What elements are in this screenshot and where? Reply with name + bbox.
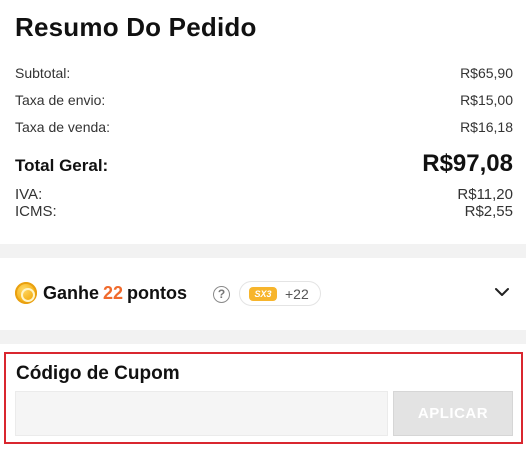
points-amount: 22 [103,283,124,303]
sales-fee-row: Taxa de venda: R$16,18 [15,119,513,135]
sales-fee-label: Taxa de venda: [15,119,110,135]
coupon-section: Código de Cupom APLICAR [4,352,523,444]
subtotal-label: Subtotal: [15,65,71,81]
icms-label: ICMS: [15,203,57,220]
subtotal-value: R$65,90 [460,65,513,81]
help-icon[interactable]: ? [213,286,230,303]
points-text: Ganhe 22 pontos [43,283,187,304]
shipping-fee-value: R$15,00 [460,92,513,108]
iva-value: R$11,20 [457,186,513,203]
section-divider [0,330,526,344]
order-summary: Resumo Do Pedido Subtotal: R$65,90 Taxa … [0,0,526,244]
apply-coupon-button[interactable]: APLICAR [393,391,513,436]
bonus-points-pill: SX3 +22 [239,281,321,306]
icms-row: ICMS: R$2,55 [15,204,513,219]
section-divider [0,244,526,258]
order-summary-title: Resumo Do Pedido [15,12,257,42]
shipping-fee-row: Taxa de envio: R$15,00 [15,92,513,108]
bonus-points-value: +22 [285,286,309,302]
chevron-down-icon[interactable] [493,285,511,299]
coin-icon [15,282,37,304]
grand-total-row: Total Geral: R$97,08 [15,150,513,178]
bonus-badge-icon: SX3 [249,287,277,301]
subtotal-row: Subtotal: R$65,90 [15,65,513,81]
grand-total-label: Total Geral: [15,156,109,175]
points-section[interactable]: Ganhe 22 pontos ? SX3 +22 [0,258,526,330]
iva-row: IVA: R$11,20 [15,187,513,202]
grand-total-value: R$97,08 [422,150,513,177]
coupon-title: Código de Cupom [16,363,180,384]
icms-value: R$2,55 [464,203,513,220]
iva-label: IVA: [15,186,43,203]
points-suffix: pontos [127,283,188,303]
sales-fee-value: R$16,18 [460,119,513,135]
points-prefix: Ganhe [43,283,100,303]
shipping-fee-label: Taxa de envio: [15,92,106,108]
coupon-code-input[interactable] [15,391,388,436]
